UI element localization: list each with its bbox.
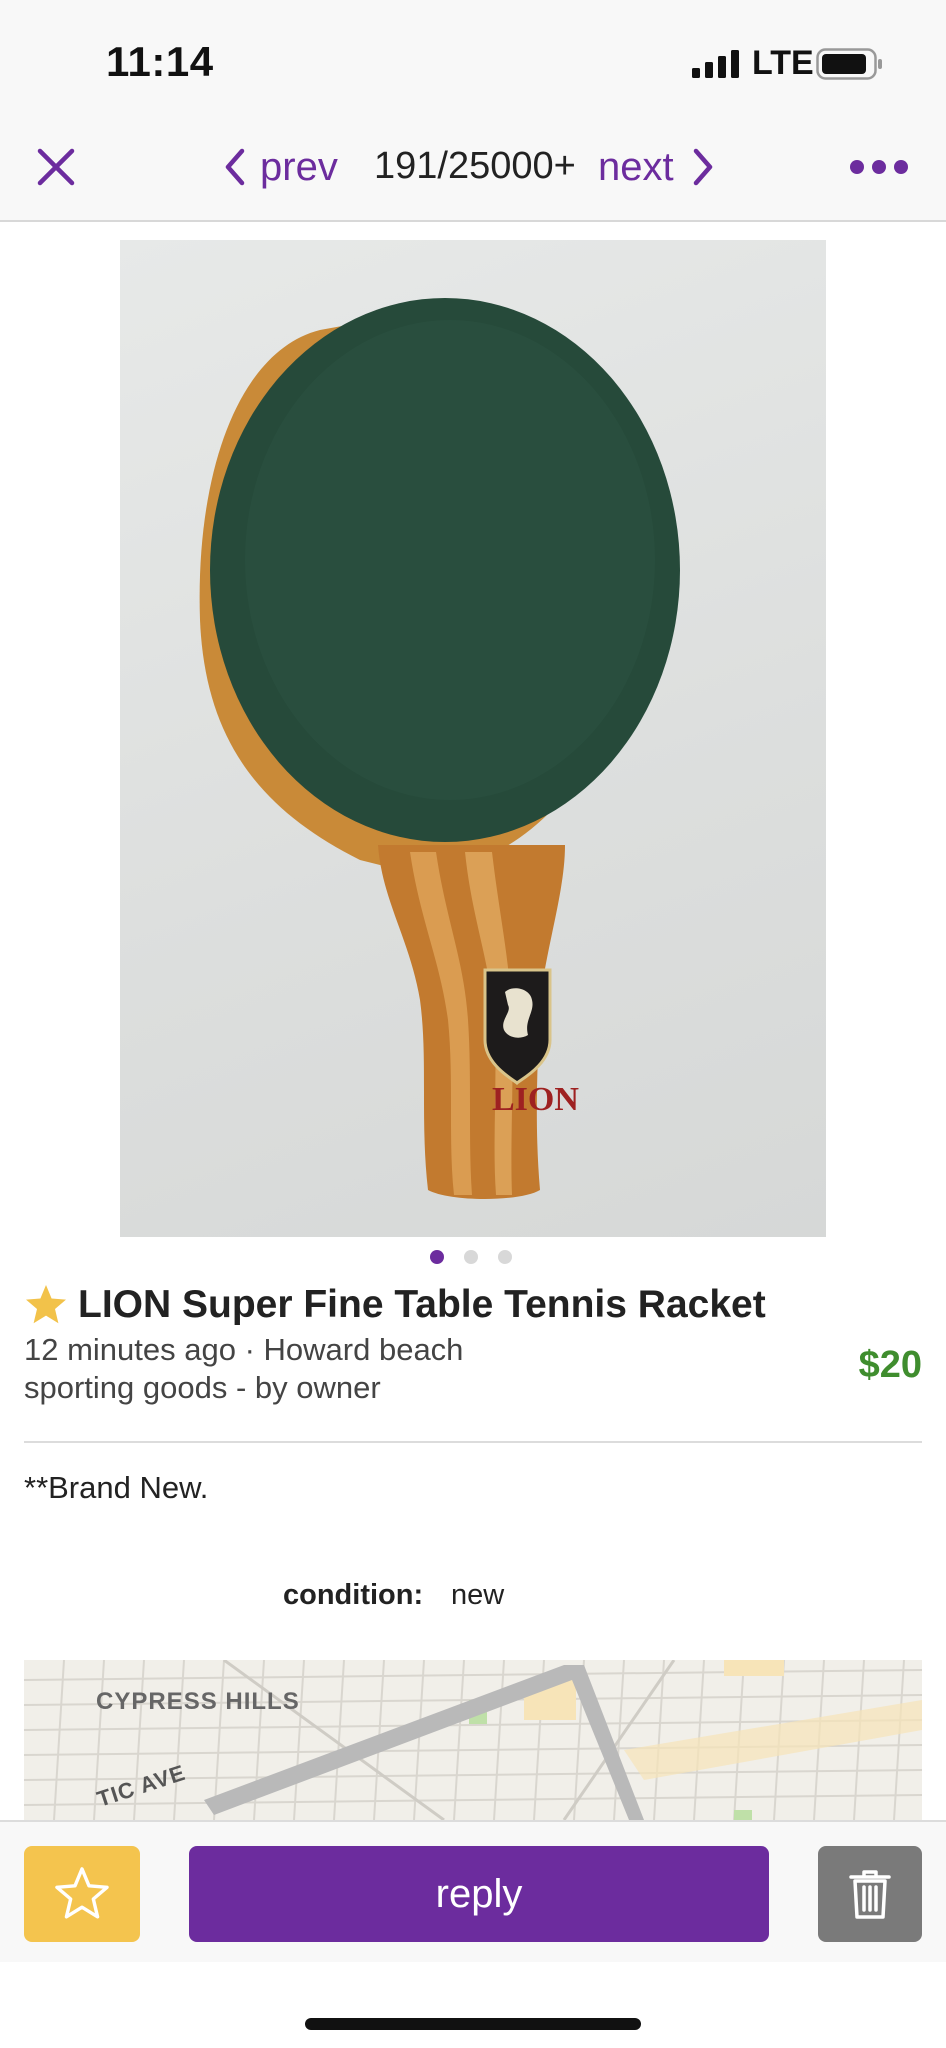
prev-button[interactable]: prev bbox=[224, 139, 338, 195]
nav-bar: prev 191/25000+ next bbox=[0, 125, 946, 222]
divider bbox=[24, 1441, 922, 1443]
gallery-dot-3[interactable] bbox=[498, 1250, 512, 1264]
listing-category: sporting goods - by owner bbox=[24, 1370, 381, 1405]
listing-photo[interactable]: LION bbox=[120, 240, 826, 1237]
listing-counter: 191/25000+ bbox=[374, 145, 576, 187]
listing-price: $20 bbox=[858, 1344, 922, 1386]
next-button[interactable]: next bbox=[598, 139, 714, 195]
action-bar: reply bbox=[0, 1820, 946, 1962]
attribute-value-condition: new bbox=[451, 1579, 505, 1611]
racket-image: LION bbox=[199, 298, 680, 1199]
close-icon[interactable] bbox=[34, 145, 78, 189]
home-indicator[interactable] bbox=[305, 2018, 641, 2030]
gallery-pagination bbox=[430, 1250, 520, 1266]
listing-title-row: LION Super Fine Table Tennis Racket bbox=[24, 1280, 924, 1330]
gallery-dot-2[interactable] bbox=[464, 1250, 478, 1264]
reply-button[interactable]: reply bbox=[189, 1846, 769, 1942]
favorite-button[interactable] bbox=[24, 1846, 140, 1942]
signal-icon bbox=[692, 50, 739, 78]
gallery-dot-1[interactable] bbox=[430, 1250, 444, 1264]
prev-label: prev bbox=[260, 144, 338, 189]
map-streets bbox=[24, 1660, 922, 1820]
racket-logo-text: LION bbox=[492, 1081, 579, 1118]
trash-icon bbox=[849, 1870, 891, 1919]
battery-icon bbox=[816, 48, 882, 80]
attribute-label-condition: condition: bbox=[283, 1579, 424, 1611]
star-icon[interactable] bbox=[24, 1283, 68, 1327]
listing-description: **Brand New. bbox=[24, 1470, 209, 1505]
map-label-cypress-hills: CYPRESS HILLS bbox=[96, 1688, 300, 1715]
chevron-right-icon bbox=[693, 148, 712, 186]
home-area bbox=[0, 1962, 946, 2048]
more-icon[interactable] bbox=[848, 155, 910, 179]
star-outline-icon bbox=[55, 1867, 109, 1919]
chevron-left-icon bbox=[225, 148, 245, 186]
listing-posted: 12 minutes ago · Howard beach bbox=[24, 1332, 464, 1367]
network-type: LTE bbox=[752, 44, 814, 82]
delete-button[interactable] bbox=[818, 1846, 922, 1942]
next-label: next bbox=[598, 144, 674, 189]
listing-title: LION Super Fine Table Tennis Racket bbox=[78, 1283, 766, 1326]
status-time: 11:14 bbox=[106, 38, 214, 85]
location-map[interactable]: CYPRESS HILLS TIC AVE bbox=[24, 1660, 922, 1820]
status-bar: 11:14 LTE bbox=[0, 0, 946, 125]
